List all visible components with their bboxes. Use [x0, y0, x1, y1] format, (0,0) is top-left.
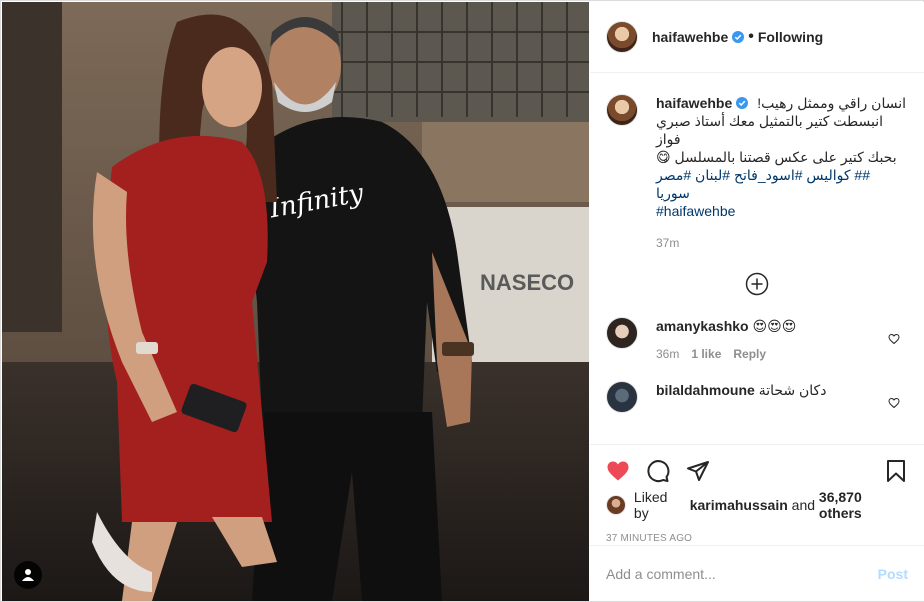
- comment-item: amanykashko 😍😍😍 36m 1 like Reply: [606, 317, 908, 363]
- comment-like-heart-icon[interactable]: [888, 333, 900, 345]
- comment-body: bilaldahmoune دكان شحاتة: [656, 381, 886, 413]
- comments-list[interactable]: haifawehbe انسان راقي وممثل رهيب! انبسطت…: [590, 74, 924, 444]
- caption-line-3: بحبك كتير على عكس قصتنا بالمسلسل 😋: [656, 149, 897, 165]
- caption-username[interactable]: haifawehbe: [656, 94, 732, 112]
- caption-hashtags-arabic[interactable]: ## كواليس #اسود_فاتح #لبنان #مصر سوريا: [656, 166, 906, 202]
- post-comment-button[interactable]: Post: [878, 566, 908, 582]
- add-comment-bar: Post: [590, 545, 924, 601]
- comment-time[interactable]: 36m: [656, 345, 679, 363]
- post-caption: haifawehbe انسان راقي وممثل رهيب! انبسطت…: [606, 74, 908, 252]
- load-more-comments: [606, 272, 908, 296]
- user-icon: [22, 569, 34, 581]
- comment-meta: 36m 1 like Reply: [656, 345, 886, 363]
- caption-line-2: انبسطت كتير بالتمثيل معك أستاذ صبري فواز: [656, 113, 884, 147]
- commenter-avatar[interactable]: [606, 381, 638, 413]
- comment-body: amanykashko 😍😍😍 36m 1 like Reply: [656, 317, 886, 363]
- comment-like-heart-icon[interactable]: [888, 397, 900, 409]
- comment-bubble-icon[interactable]: [646, 459, 670, 483]
- comment-item: bilaldahmoune دكان شحاتة: [606, 381, 908, 413]
- caption-line-1: انسان راقي وممثل رهيب!: [757, 95, 906, 111]
- likes-and: and: [791, 497, 816, 513]
- header-separator: •: [748, 28, 754, 45]
- photo-illustration: NASECO Infinity: [2, 2, 589, 601]
- caption-first-row: haifawehbe انسان راقي وممثل رهيب!: [656, 94, 906, 112]
- sign-text: NASECO: [480, 270, 574, 295]
- caption-time[interactable]: 37m: [656, 234, 906, 252]
- caption-body: haifawehbe انسان راقي وممثل رهيب! انبسطت…: [656, 94, 906, 252]
- commenter-avatar[interactable]: [606, 317, 638, 349]
- post-header: haifawehbe • Following: [590, 2, 924, 73]
- bookmark-icon[interactable]: [884, 459, 908, 483]
- post-timestamp[interactable]: 37 MINUTES AGO: [606, 533, 908, 544]
- post-actions: Liked by karimahussain and 36,870 others…: [590, 444, 924, 544]
- comment-username[interactable]: amanykashko: [656, 318, 749, 334]
- comment-text: 😍😍😍: [752, 318, 797, 334]
- verified-badge-icon: [736, 97, 749, 109]
- verified-badge-icon: [732, 31, 745, 43]
- user-tags-button[interactable]: [14, 561, 42, 589]
- comment-text: دكان شحاتة: [758, 382, 827, 398]
- caption-hashtag-haifawehbe[interactable]: #haifawehbe: [656, 202, 906, 220]
- action-buttons-row: [606, 445, 908, 497]
- author-avatar[interactable]: [606, 21, 638, 53]
- following-button[interactable]: Following: [758, 29, 823, 45]
- comment-likes[interactable]: 1 like: [691, 345, 721, 363]
- post-photo[interactable]: NASECO Infinity: [2, 2, 589, 601]
- plus-circle-icon[interactable]: [745, 272, 769, 296]
- comment-reply-button[interactable]: Reply: [733, 345, 766, 363]
- liker-avatar[interactable]: [606, 495, 626, 515]
- comment-username[interactable]: bilaldahmoune: [656, 382, 755, 398]
- author-username[interactable]: haifawehbe: [652, 29, 728, 45]
- instagram-post-modal: NASECO Infinity haifawehbe • Following h…: [0, 0, 924, 602]
- liker-username[interactable]: karimahussain: [690, 497, 788, 513]
- heart-filled-icon[interactable]: [606, 459, 630, 483]
- add-comment-input[interactable]: [606, 565, 878, 582]
- caption-avatar[interactable]: [606, 94, 638, 126]
- paper-plane-icon[interactable]: [686, 459, 710, 483]
- post-side-panel: haifawehbe • Following haifawehbe انسان …: [590, 2, 924, 601]
